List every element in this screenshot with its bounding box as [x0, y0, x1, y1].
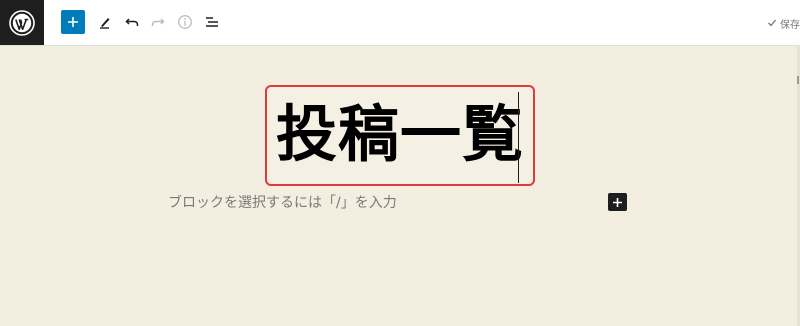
block-placeholder[interactable]: ブロックを選択するには「/」を入力 [168, 193, 397, 213]
info-icon [178, 15, 192, 29]
undo-icon [125, 18, 139, 26]
plus-icon [613, 197, 622, 207]
text-caret [518, 92, 519, 183]
wordpress-logo-icon[interactable] [0, 0, 44, 45]
undo-button[interactable] [120, 10, 144, 34]
list-view-icon [206, 17, 218, 27]
saved-indicator: 保存 [767, 15, 800, 31]
editor-header: 保存 [0, 0, 800, 46]
block-inserter-button[interactable] [608, 193, 627, 211]
check-icon [768, 19, 777, 27]
details-button[interactable] [173, 10, 197, 34]
list-view-button[interactable] [200, 10, 224, 34]
tools-button[interactable] [93, 10, 117, 34]
add-block-button[interactable] [61, 10, 85, 34]
redo-button[interactable] [146, 10, 170, 34]
scrollbar-thumb[interactable] [797, 76, 799, 84]
post-title[interactable]: 投稿一覧 [276, 92, 523, 178]
redo-icon [151, 18, 165, 26]
saved-label: 保存 [780, 19, 800, 31]
pencil-icon [100, 18, 110, 29]
plus-icon [68, 17, 78, 27]
